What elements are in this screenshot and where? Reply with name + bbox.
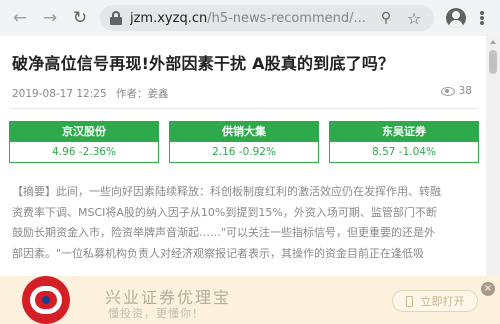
open-app-button[interactable]: 立即打开	[392, 290, 478, 312]
app-banner[interactable]: 兴业证券优理宝 懂投资，更懂你！ 立即打开	[0, 276, 500, 324]
stock-card[interactable]: 供销大集 2.16 -0.92%	[169, 121, 319, 163]
stock-name: 东吴证券	[330, 122, 478, 142]
view-count: 38	[440, 85, 472, 97]
banner-subtitle: 懂投资，更懂你！	[108, 307, 204, 320]
profile-icon[interactable]	[446, 8, 466, 28]
scroll-thumb[interactable]	[489, 50, 497, 74]
abstract-line: 资费率下调、MSCI将A股的纳入因子从10%到提到15%，外资入场可期、监管部门…	[12, 205, 437, 219]
stock-quote: 4.96 -2.36%	[10, 142, 158, 162]
url-host: jzm.xyzq.cn	[130, 10, 208, 26]
stock-quote: 2.16 -0.92%	[170, 142, 318, 162]
article-title: 破净高位信号再现!外部因素干扰 A股真的到底了吗？	[12, 54, 395, 73]
abstract-line: 鼓励长期资金入市，险资举牌声音渐起……"可以关注一些指标信号，但更重要的还是外	[12, 226, 436, 239]
forward-arrow-icon[interactable]: →	[38, 6, 62, 30]
star-icon[interactable]: ☆	[404, 8, 424, 28]
close-icon[interactable]: ×	[481, 282, 495, 296]
reload-icon[interactable]: ↻	[68, 6, 92, 30]
stock-name: 京汉股份	[10, 122, 158, 142]
stock-card[interactable]: 京汉股份 4.96 -2.36%	[9, 121, 159, 163]
divider	[10, 108, 478, 109]
view-count-value: 38	[458, 85, 472, 97]
abstract-line: 部因素。"一位私募机构负责人对经济观察报记者表示，其操作的资金目前正在逢低吸	[12, 246, 425, 260]
stock-quote: 8.57 -1.04%	[330, 142, 478, 162]
phone-icon	[405, 295, 413, 307]
related-stocks: 京汉股份 4.96 -2.36% 供销大集 2.16 -0.92% 东吴证券 8…	[9, 121, 479, 163]
stock-card[interactable]: 东吴证券 8.57 -1.04%	[329, 121, 479, 163]
app-logo-icon	[22, 276, 70, 324]
url-path: /h5-news-recommend/...	[207, 10, 366, 26]
scroll-up-arrow-icon[interactable]	[490, 40, 496, 44]
lock-icon[interactable]	[110, 11, 122, 25]
back-arrow-icon[interactable]: ←	[8, 6, 32, 30]
url-text[interactable]: jzm.xyzq.cn/h5-news-recommend/...	[130, 11, 382, 26]
menu-icon[interactable]	[474, 9, 490, 27]
address-bar[interactable]: jzm.xyzq.cn/h5-news-recommend/... ⚲ ☆	[100, 5, 434, 31]
article-author: 作者：姜鑫	[115, 88, 169, 100]
article-date: 2019-08-17 12:25	[12, 88, 107, 100]
article-meta: 2019-08-17 12:25 作者：姜鑫	[12, 86, 168, 101]
stock-name: 供销大集	[170, 122, 318, 142]
zoom-icon[interactable]: ⚲	[376, 8, 396, 28]
article-abstract: 【摘要】此间，一些向好因素陆续释放：科创板制度红利的激活效应仍在发挥作用、转融 …	[12, 182, 474, 264]
open-app-label: 立即打开	[420, 295, 465, 308]
abstract-line: 【摘要】此间，一些向好因素陆续释放：科创板制度红利的激活效应仍在发挥作用、转融	[12, 185, 441, 198]
browser-toolbar: ← → ↻ jzm.xyzq.cn/h5-news-recommend/... …	[0, 0, 500, 36]
eye-icon	[440, 86, 455, 96]
